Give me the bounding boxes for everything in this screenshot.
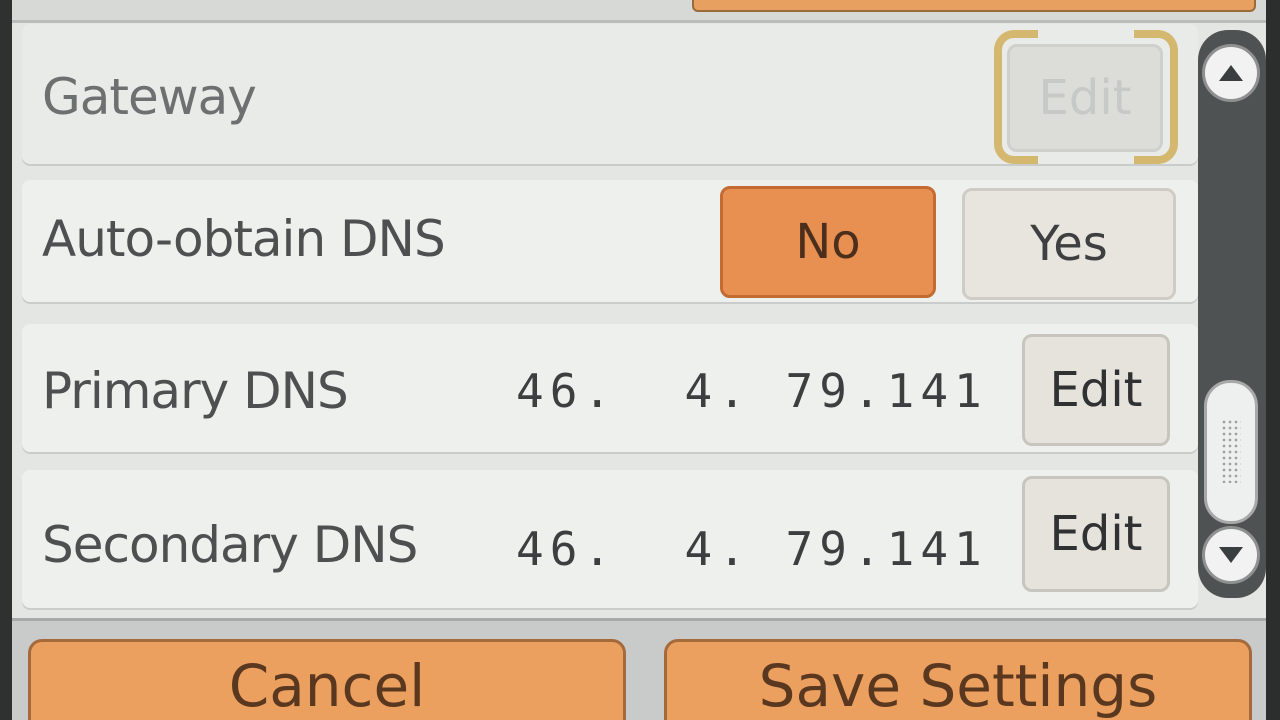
selection-cursor-left xyxy=(994,30,1038,164)
secondary-dns-row: Secondary DNS 46. 4. 79.141 Edit xyxy=(22,470,1198,610)
scroll-up-button[interactable] xyxy=(1202,44,1260,102)
primary-dns-row: Primary DNS 46. 4. 79.141 Edit xyxy=(22,324,1198,454)
gateway-row: Gateway Edit xyxy=(22,24,1198,166)
secondary-dns-label: Secondary DNS xyxy=(42,516,418,574)
primary-dns-edit-button[interactable]: Edit xyxy=(1022,334,1170,446)
secondary-dns-value: 46. 4. 79.141 xyxy=(516,522,988,576)
scrollbar-thumb[interactable] xyxy=(1204,380,1258,524)
footer-bar: Cancel Save Settings xyxy=(12,618,1266,720)
selection-cursor-right xyxy=(1134,30,1178,164)
auto-obtain-dns-label: Auto-obtain DNS xyxy=(42,210,446,268)
grip-dots-icon xyxy=(1221,419,1241,483)
scrollbar[interactable] xyxy=(1198,30,1266,598)
auto-dns-no-button[interactable]: No xyxy=(720,186,936,298)
triangle-up-icon xyxy=(1219,65,1243,81)
auto-dns-yes-button[interactable]: Yes xyxy=(962,188,1176,300)
secondary-dns-edit-button[interactable]: Edit xyxy=(1022,476,1170,592)
triangle-down-icon xyxy=(1219,547,1243,563)
screen-bezel-left xyxy=(0,0,12,720)
scroll-down-button[interactable] xyxy=(1202,526,1260,584)
primary-dns-label: Primary DNS xyxy=(42,362,349,420)
auto-obtain-dns-row: Auto-obtain DNS No Yes xyxy=(22,180,1198,304)
previous-row-edge xyxy=(12,0,1266,23)
screen-bezel-right xyxy=(1266,0,1280,720)
previous-button-edge xyxy=(692,0,1256,12)
save-settings-button[interactable]: Save Settings xyxy=(664,639,1252,720)
primary-dns-value: 46. 4. 79.141 xyxy=(516,364,988,418)
gateway-label: Gateway xyxy=(42,68,257,126)
cancel-button[interactable]: Cancel xyxy=(28,639,626,720)
settings-list: Gateway Edit Auto-obtain DNS No Yes Prim… xyxy=(12,24,1198,614)
dns-settings-screen: Gateway Edit Auto-obtain DNS No Yes Prim… xyxy=(0,0,1280,720)
